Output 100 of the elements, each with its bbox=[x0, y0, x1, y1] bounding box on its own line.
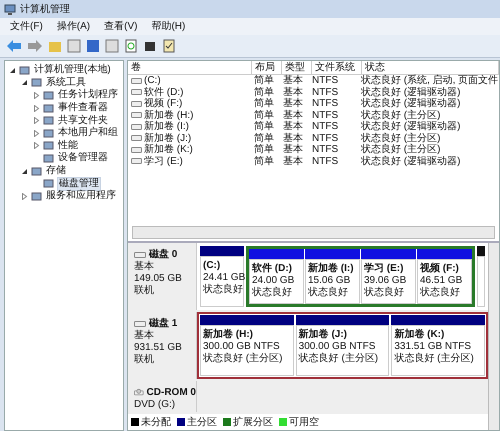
legend-label: 主分区 bbox=[187, 416, 217, 429]
table-cell: 状态良好 (系统, 启动, 页面文件 bbox=[361, 75, 498, 86]
menu-item[interactable]: 文件(F) bbox=[10, 20, 43, 34]
table-cell: 学习 (E:) bbox=[144, 156, 183, 167]
node-icon bbox=[43, 128, 54, 139]
drive-icon bbox=[131, 78, 142, 84]
table-cell: 基本 bbox=[283, 156, 303, 167]
computer-icon bbox=[4, 4, 16, 14]
forward-icon[interactable] bbox=[27, 39, 43, 53]
disk-size: 931.51 GB bbox=[134, 342, 183, 353]
extended-partition[interactable]: 软件 (D:) 24.00 GB 状态良好 新加卷 (I:) 15.06 GB 状态良好 学习 (E:) 39.06 GB 状态良好 视频 (F:) 46.51 GB 状态良好 bbox=[246, 246, 475, 307]
node-icon bbox=[31, 77, 42, 88]
node-icon bbox=[43, 115, 54, 126]
table-cell: 基本 bbox=[283, 98, 303, 110]
drive-icon bbox=[131, 158, 142, 164]
drive-icon bbox=[131, 124, 142, 130]
node-icon bbox=[31, 166, 42, 177]
disk-name: 磁盘 0 bbox=[149, 249, 178, 260]
tree-item[interactable]: 设备管理器 bbox=[57, 152, 109, 164]
expander-icon[interactable] bbox=[21, 168, 28, 175]
window-icon[interactable] bbox=[67, 39, 81, 53]
tree-item[interactable]: 服务和应用程序 bbox=[45, 190, 117, 202]
window-icon[interactable] bbox=[105, 39, 119, 53]
table-cell: 新加卷 (H:) bbox=[144, 110, 194, 121]
partition[interactable] bbox=[477, 246, 485, 307]
tree-item[interactable]: 磁盘管理 bbox=[57, 176, 101, 191]
column-header[interactable]: 类型 bbox=[282, 61, 312, 74]
table-cell: 新加卷 (I:) bbox=[144, 121, 189, 132]
drive-icon bbox=[131, 89, 142, 96]
column-header[interactable]: 状态 bbox=[362, 61, 499, 74]
window-title: 计算机管理 bbox=[20, 2, 70, 16]
refresh-icon[interactable] bbox=[124, 39, 138, 53]
expander-icon[interactable] bbox=[21, 79, 28, 86]
table-cell: NTFS bbox=[312, 86, 338, 98]
disk-status: 联机 bbox=[134, 285, 155, 296]
tree-item[interactable]: 共享文件夹 bbox=[57, 114, 109, 127]
node-icon bbox=[43, 152, 54, 164]
scrollbar[interactable] bbox=[488, 243, 499, 430]
drive-icon bbox=[131, 135, 142, 142]
menu-item[interactable]: 操作(A) bbox=[56, 20, 90, 34]
tree-item[interactable]: 本地用户和组 bbox=[57, 127, 119, 140]
node-icon bbox=[19, 64, 30, 76]
disk-size: 149.05 GB bbox=[134, 273, 183, 284]
legend-label: 未分配 bbox=[141, 416, 171, 429]
table-cell: NTFS bbox=[312, 144, 338, 156]
disk-name: 磁盘 1 bbox=[149, 318, 178, 329]
checklist-icon[interactable] bbox=[162, 39, 176, 53]
table-cell: 状态良好 (主分区) bbox=[361, 144, 440, 156]
tree-item[interactable]: 性能 bbox=[57, 140, 79, 152]
disk-partitions[interactable]: 新加卷 (H:) 300.00 GB NTFS 状态良好 (主分区) 新加卷 (J:) 300.00 GB NTFS 状态良好 (主分区) 新加卷 (K:) 331.51 GB NTFS 状态良好 (主分区) bbox=[197, 312, 488, 379]
disk-partitions[interactable]: (C:) 24.41 GB 状态良好 软件 (D:) 24.00 GB 状态良好 新加卷 (I:) 15.06 GB 状态良好 学习 (E:) 39.06 GB 状态良好 视频 (F:) 46.51 GB 状态良好 bbox=[197, 243, 488, 310]
table-cell: 新加卷 (J:) bbox=[144, 132, 192, 144]
table-cell: 视频 (F:) bbox=[144, 98, 182, 110]
column-header[interactable]: 文件系统 bbox=[312, 61, 362, 74]
tree-item[interactable]: 计算机管理(本地) bbox=[33, 64, 112, 76]
disk-type: 基本 bbox=[134, 330, 155, 341]
legend-label: 扩展分区 bbox=[233, 416, 273, 429]
expander-icon[interactable] bbox=[9, 66, 16, 74]
table-cell: 状态良好 (逻辑驱动器) bbox=[361, 86, 460, 98]
table-cell: 状态良好 (逻辑驱动器) bbox=[361, 98, 460, 110]
table-cell: 基本 bbox=[283, 132, 303, 144]
disk-name: CD-ROM 0 bbox=[146, 386, 196, 398]
menu-item[interactable]: 帮助(H) bbox=[151, 20, 186, 34]
table-cell: 基本 bbox=[283, 121, 303, 132]
column-header[interactable]: 卷 bbox=[128, 61, 252, 74]
table-cell: (C:) bbox=[144, 75, 161, 86]
table-cell: 基本 bbox=[283, 144, 303, 156]
menu-item[interactable]: 查看(V) bbox=[104, 20, 138, 34]
drive-icon bbox=[134, 250, 146, 259]
node-icon bbox=[31, 190, 42, 202]
drive-icon bbox=[131, 112, 142, 118]
column-header[interactable]: 布局 bbox=[252, 61, 282, 74]
tree-item[interactable]: 任务计划程序 bbox=[57, 89, 119, 102]
drive-icon bbox=[134, 318, 146, 328]
table-cell: NTFS bbox=[312, 156, 338, 167]
back-icon[interactable] bbox=[6, 39, 22, 53]
tree-item[interactable]: 存储 bbox=[45, 165, 67, 178]
table-cell: 基本 bbox=[283, 110, 303, 121]
tree-item[interactable]: 系统工具 bbox=[45, 76, 87, 89]
table-cell: 状态良好 (逻辑驱动器) bbox=[361, 121, 460, 132]
drive-icon bbox=[131, 100, 142, 107]
table-cell: 软件 (D:) bbox=[144, 86, 184, 98]
drive-icon bbox=[131, 146, 142, 153]
table-cell: NTFS bbox=[312, 75, 338, 86]
table-cell: NTFS bbox=[312, 98, 338, 110]
table-cell: 简单 bbox=[254, 121, 274, 132]
table-cell: 新加卷 (K:) bbox=[144, 144, 193, 156]
table-cell: 基本 bbox=[283, 75, 303, 86]
table-cell: 简单 bbox=[254, 144, 274, 156]
node-icon bbox=[43, 102, 54, 114]
table-cell: 简单 bbox=[254, 110, 274, 121]
scrollbar[interactable] bbox=[132, 226, 495, 239]
legend-label: 可用空 bbox=[289, 416, 319, 429]
table-cell: NTFS bbox=[312, 132, 338, 144]
table-cell: 基本 bbox=[283, 86, 303, 98]
table-cell: 状态良好 (逻辑驱动器) bbox=[361, 156, 460, 167]
table-cell: 简单 bbox=[254, 86, 274, 98]
node-icon bbox=[43, 90, 54, 101]
table-cell: NTFS bbox=[312, 110, 338, 121]
tree-item[interactable]: 事件查看器 bbox=[57, 102, 109, 114]
